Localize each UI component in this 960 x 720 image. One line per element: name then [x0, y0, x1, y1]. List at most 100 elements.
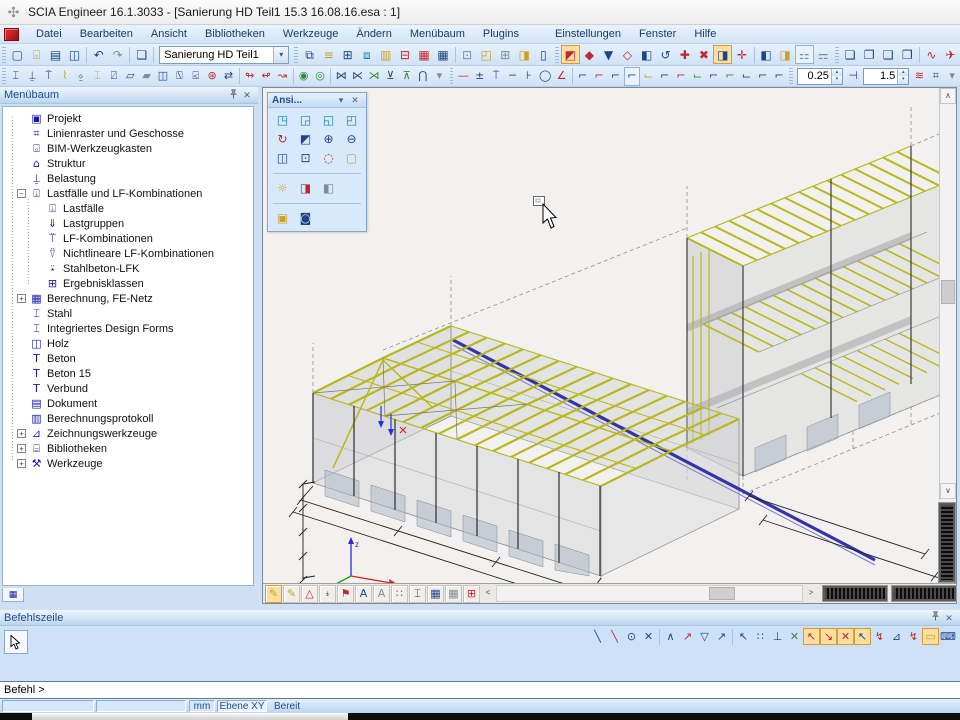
document-button[interactable]: ▯: [534, 45, 553, 64]
filter-selection-button[interactable]: ▼: [599, 45, 618, 64]
perspective-button[interactable]: ▣: [271, 208, 294, 227]
menu-einstellungen[interactable]: [528, 25, 546, 44]
tree-item-lastfaelle-gruppe[interactable]: −⍗Lastfälle und LF-Kombinationen: [17, 186, 253, 201]
close-icon[interactable]: ✕: [348, 94, 362, 107]
menu-bearbeiten[interactable]: Bearbeiten: [71, 25, 142, 44]
pin-icon[interactable]: [928, 611, 942, 624]
redo-button[interactable]: ↷: [108, 45, 127, 64]
print-preview-button[interactable]: ◰: [477, 45, 496, 64]
snap-step-spinner[interactable]: ▴▾: [797, 68, 843, 85]
vertical-scrollbar-thumb[interactable]: [941, 280, 955, 304]
menu-tree[interactable]: ▣Projekt ⌗Linienraster und Geschosse ⌺BI…: [2, 106, 254, 586]
render-solid-button[interactable]: ◨: [294, 178, 317, 197]
perpendicular-line-button[interactable]: ⊦: [521, 67, 537, 86]
view-axo-button[interactable]: ◰: [340, 110, 363, 129]
invert-selection-button[interactable]: ↺: [656, 45, 675, 64]
print-button[interactable]: ⊡: [458, 45, 477, 64]
tree-item-lastfaelle[interactable]: ⍗Lastfälle: [33, 201, 253, 216]
labels-nodes-button[interactable]: A: [355, 585, 372, 603]
loads-display-button[interactable]: ⍖: [319, 585, 336, 603]
select-by-element-button[interactable]: ◩: [561, 45, 580, 64]
clipboard-button[interactable]: ▥: [376, 45, 395, 64]
add-to-selection-button[interactable]: ✚: [675, 45, 694, 64]
cross-beam-button[interactable]: ⍑: [40, 67, 56, 86]
snap-circle-button[interactable]: ⊙: [623, 628, 640, 645]
tree-item-nichtlineare-lf[interactable]: ⍢Nichtlineare LF-Kombinationen: [33, 246, 253, 261]
rotate-roller-horizontal-1[interactable]: [823, 586, 887, 601]
tree-item-stahlbeton-lfk[interactable]: ⍣Stahlbeton-LFK: [33, 261, 253, 276]
view-y-button[interactable]: ◲: [294, 110, 317, 129]
arbitrary-member-button[interactable]: ⌶: [89, 67, 105, 86]
panel-dock-tab[interactable]: ▦: [2, 588, 24, 602]
view-toolbar-panel[interactable]: Ansi... ▾ ✕ ◳ ◲ ◱ ◰ ↻ ◩ ⊕ ⊖ ◫ ⊡ ◌ ▢ ☼ ◨ …: [267, 92, 367, 232]
command-panel-header[interactable]: Befehlszeile ✕: [0, 610, 960, 626]
tree-item-bim-werkzeugkasten[interactable]: ⌺BIM-Werkzeugkasten: [17, 141, 253, 156]
view-toolbar-header[interactable]: Ansi... ▾ ✕: [268, 93, 366, 108]
zoom-window-button[interactable]: ◫: [271, 148, 294, 167]
expand-icon[interactable]: +: [17, 459, 26, 468]
vertex-snap-button[interactable]: ∧: [662, 628, 679, 645]
plate-button[interactable]: ▱: [122, 67, 138, 86]
send-model-button[interactable]: ✈: [941, 45, 960, 64]
undo-button[interactable]: ↶: [89, 45, 108, 64]
copy-add-button[interactable]: ❑: [879, 45, 898, 64]
render-wire-button[interactable]: ◧: [317, 178, 340, 197]
project-combo-input[interactable]: [160, 47, 273, 63]
vertical-scrollbar[interactable]: ∧ ∨: [939, 88, 956, 500]
pin-icon[interactable]: [226, 89, 240, 102]
dimension-line-button[interactable]: —: [455, 67, 471, 86]
tree-item-projekt[interactable]: ▣Projekt: [17, 111, 253, 126]
table-input-button[interactable]: ▦: [414, 45, 433, 64]
menu-aendern[interactable]: Ändern: [347, 25, 400, 44]
scroll-right-icon[interactable]: >: [804, 586, 818, 602]
spin-up-icon[interactable]: ▴: [831, 69, 842, 77]
beam-button[interactable]: ⌶: [8, 67, 24, 86]
table-results-button[interactable]: ▦: [434, 45, 453, 64]
visibility-all-button[interactable]: ◎: [312, 67, 328, 86]
menu-menuebaum[interactable]: Menübaum: [401, 25, 474, 44]
toolbar-grip[interactable]: [2, 68, 6, 84]
select-by-property-button[interactable]: ◆: [580, 45, 599, 64]
union-button[interactable]: ⊻: [382, 67, 398, 86]
tree-item-dokument[interactable]: ▤Dokument: [17, 396, 253, 411]
cross-right-button[interactable]: ⋊: [366, 67, 382, 86]
toolbar-grip[interactable]: [835, 47, 839, 63]
dot-grid-button[interactable]: ∷: [391, 585, 408, 603]
snap-step-input[interactable]: [798, 69, 831, 84]
intersect-button[interactable]: ⋂: [415, 67, 431, 86]
menu-bibliotheken[interactable]: Bibliotheken: [196, 25, 274, 44]
menu-datei[interactable]: Datei: [27, 25, 71, 44]
tree-item-linienraster[interactable]: ⌗Linienraster und Geschosse: [17, 126, 253, 141]
project-combo[interactable]: ▾: [159, 46, 289, 64]
spin-down-icon[interactable]: ▾: [831, 76, 842, 84]
selection-cursor-button[interactable]: [4, 630, 28, 654]
scale-input[interactable]: [864, 69, 897, 84]
storey-filter-a-button[interactable]: ⚏: [795, 45, 814, 64]
surface-point-button[interactable]: ▽: [696, 628, 713, 645]
snap-line-button[interactable]: ╲: [589, 628, 606, 645]
intersection-snap-button[interactable]: ✕: [786, 628, 803, 645]
haunch-button[interactable]: ⍚: [73, 67, 89, 86]
menu-einstellungen[interactable]: Einstellungen: [546, 25, 630, 44]
image-gallery-button[interactable]: ◧: [757, 45, 776, 64]
wall-button[interactable]: ▰: [138, 67, 154, 86]
tree-item-design-forms[interactable]: ⌶Integriertes Design Forms: [17, 321, 253, 336]
table-blue-button[interactable]: ▦: [427, 585, 444, 603]
level-mark-button[interactable]: ⍑: [488, 67, 504, 86]
extend-button[interactable]: ⌐: [624, 67, 640, 86]
save-all-button[interactable]: ▤: [46, 45, 65, 64]
snap-intersection-button[interactable]: ✕: [837, 628, 854, 645]
snap-delete-button[interactable]: ✕: [640, 628, 657, 645]
zoom-selection-button[interactable]: ◌: [317, 148, 340, 167]
new-window-button[interactable]: ❏: [132, 45, 151, 64]
toolbar-grip[interactable]: [2, 47, 6, 63]
snap-perpendicular-button[interactable]: ↯: [905, 628, 922, 645]
trim-button[interactable]: ⌐: [607, 67, 623, 86]
tree-item-werkzeuge[interactable]: +⚒Werkzeuge: [17, 456, 253, 471]
storey-filter-b-button[interactable]: ⚎: [814, 45, 833, 64]
angle-tool-button[interactable]: ∠: [553, 67, 569, 86]
scroll-up-icon[interactable]: ∧: [940, 88, 956, 104]
toolbar-grip[interactable]: [450, 68, 454, 84]
cross-join-button[interactable]: ⋈: [333, 67, 349, 86]
close-icon[interactable]: ✕: [240, 89, 254, 102]
